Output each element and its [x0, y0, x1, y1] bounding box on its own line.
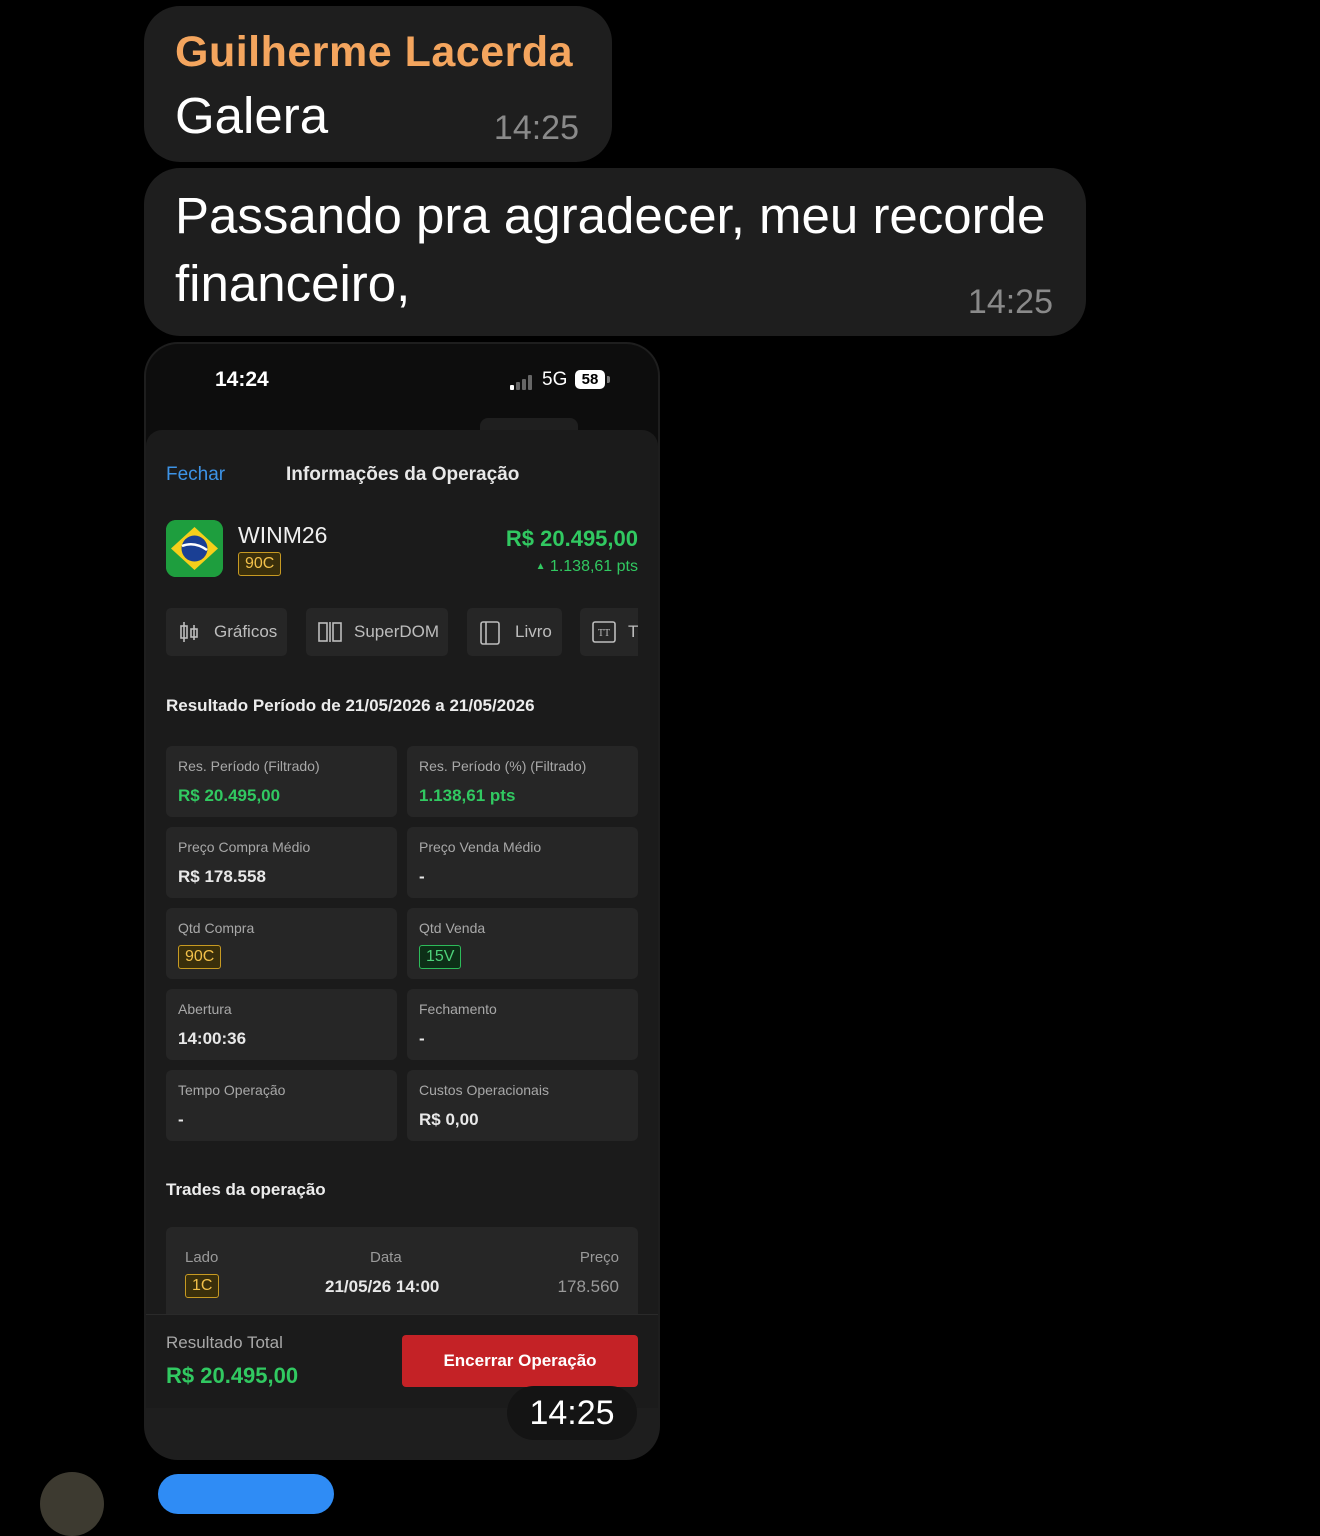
total-label: Resultado Total — [166, 1333, 283, 1352]
superdom-icon — [318, 622, 342, 642]
asset-symbol: WINM26 — [238, 522, 328, 548]
card-label: Res. Período (%) (Filtrado) — [419, 758, 587, 774]
card-value: R$ 20.495,00 — [178, 786, 281, 805]
buy-qty-badge: 90C — [178, 945, 222, 969]
card-value: - — [178, 1110, 184, 1129]
tab-livro[interactable]: Livro — [467, 608, 562, 656]
card-qtd-venda: Qtd Venda 15V — [407, 908, 638, 979]
card-label: Res. Período (Filtrado) — [178, 758, 320, 774]
message-text: Galera — [175, 87, 329, 144]
message-bubble[interactable]: Guilherme Lacerda Galera 14:25 — [144, 6, 612, 162]
card-res-periodo-pct: Res. Período (%) (Filtrado) 1.138,61 pts — [407, 746, 638, 817]
total-value: R$ 20.495,00 — [166, 1363, 299, 1388]
message-time: 14:25 — [967, 283, 1053, 321]
screenshot-image: 14:24 5G 58 Fechar Informações da Operaç… — [146, 344, 658, 1408]
card-abertura: Abertura 14:00:36 — [166, 989, 397, 1060]
card-label: Tempo Operação — [178, 1082, 286, 1098]
position-badge: 90C — [238, 552, 282, 576]
book-icon — [480, 621, 500, 645]
price-header: Preço — [579, 1249, 619, 1266]
card-value: R$ 178.558 — [178, 867, 266, 886]
tab-label: SuperDOM — [354, 622, 440, 641]
asset-result: R$ 20.495,00 — [505, 526, 638, 551]
sender-name[interactable]: Guilherme Lacerda — [175, 28, 573, 77]
up-arrow-icon: ▲ — [535, 561, 546, 572]
trades-title: Trades da operação — [166, 1180, 326, 1199]
card-value: - — [419, 867, 425, 886]
svg-text:TT: TT — [598, 628, 610, 639]
tab-times-trades[interactable]: TT T — [580, 608, 638, 656]
asset-points: ▲ 1.138,61 pts — [536, 558, 638, 576]
tool-tabs: Gráficos SuperDOM Livro TT T — [166, 608, 638, 656]
next-message-bubble[interactable] — [158, 1474, 334, 1514]
card-label: Abertura — [178, 1001, 232, 1017]
tt-icon: TT — [592, 621, 616, 643]
sheet-title: Informações da Operação — [286, 464, 520, 485]
message-time: 14:25 — [493, 109, 579, 147]
status-time: 14:24 — [215, 368, 269, 391]
image-message[interactable]: 14:24 5G 58 Fechar Informações da Operaç… — [144, 342, 660, 1460]
card-label: Fechamento — [419, 1001, 497, 1017]
tab-label: T — [628, 622, 638, 641]
close-operation-button[interactable]: Encerrar Operação — [402, 1335, 638, 1387]
period-title: Resultado Período de 21/05/2026 a 21/05/… — [166, 696, 535, 715]
card-preco-compra: Preço Compra Médio R$ 178.558 — [166, 827, 397, 898]
tab-superdom[interactable]: SuperDOM — [306, 608, 448, 656]
trade-row[interactable]: Lado Data Preço 1C 21/05/26 14:00 178.56… — [166, 1227, 638, 1327]
message-bubble[interactable]: Passando pra agradecer, meu recorde fina… — [144, 168, 1086, 336]
trade-date: 21/05/26 14:00 — [325, 1277, 440, 1296]
trade-price: 178.560 — [557, 1277, 619, 1296]
tab-label: Livro — [515, 622, 552, 641]
avatar[interactable] — [40, 1472, 104, 1536]
card-label: Preço Compra Médio — [178, 839, 311, 855]
card-value: 14:00:36 — [178, 1029, 247, 1048]
card-preco-venda: Preço Venda Médio - — [407, 827, 638, 898]
card-value: R$ 0,00 — [419, 1110, 479, 1129]
card-label: Preço Venda Médio — [419, 839, 542, 855]
card-fechamento: Fechamento - — [407, 989, 638, 1060]
card-value: - — [419, 1029, 425, 1048]
tab-label: Gráficos — [214, 622, 278, 641]
battery-tip — [607, 376, 610, 383]
operation-sheet: Fechar Informações da Operação WINM26 90… — [146, 430, 658, 1408]
side-badge: 1C — [185, 1274, 220, 1298]
date-header: Data — [370, 1249, 402, 1266]
card-tempo: Tempo Operação - — [166, 1070, 397, 1141]
card-res-periodo: Res. Período (Filtrado) R$ 20.495,00 — [166, 746, 397, 817]
card-label: Qtd Venda — [419, 920, 486, 936]
brazil-flag-icon — [166, 520, 223, 577]
card-label: Custos Operacionais — [419, 1082, 549, 1098]
card-value: 1.138,61 pts — [419, 786, 516, 805]
network-label: 5G — [542, 369, 568, 390]
tab-graficos[interactable]: Gráficos — [166, 608, 287, 656]
message-text: Passando pra agradecer, meu recorde fina… — [175, 187, 1046, 312]
close-link[interactable]: Fechar — [166, 464, 225, 486]
candlestick-icon — [180, 622, 198, 642]
signal-icon — [510, 374, 536, 390]
card-qtd-compra: Qtd Compra 90C — [166, 908, 397, 979]
points-value: 1.138,61 pts — [549, 558, 638, 575]
card-custos: Custos Operacionais R$ 0,00 — [407, 1070, 638, 1141]
side-header: Lado — [185, 1249, 219, 1266]
sell-qty-badge: 15V — [419, 945, 462, 969]
battery-icon: 58 — [575, 370, 605, 389]
card-label: Qtd Compra — [178, 920, 255, 936]
image-time: 14:25 — [507, 1386, 637, 1440]
